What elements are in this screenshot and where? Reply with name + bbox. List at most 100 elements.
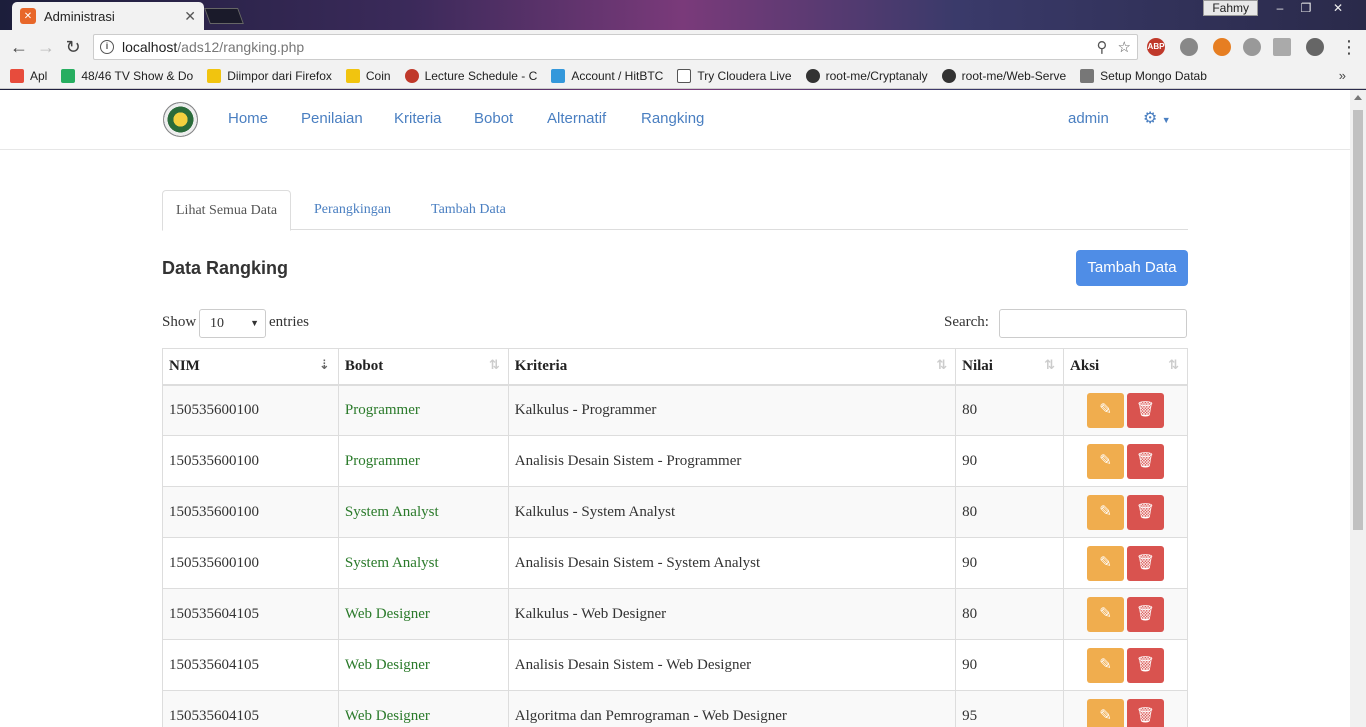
cell-aksi: ✎ 🗑: [1063, 588, 1188, 640]
edit-button[interactable]: ✎: [1087, 494, 1125, 530]
delete-button[interactable]: 🗑: [1127, 545, 1165, 581]
zoom-icon[interactable]: ⚲: [1097, 38, 1108, 56]
forward-icon[interactable]: →: [35, 36, 57, 58]
cell-bobot: Programmer: [337, 435, 509, 487]
close-tab-icon[interactable]: ✕: [184, 8, 196, 25]
add-data-button[interactable]: Tambah Data: [1076, 250, 1188, 286]
column-header-bobot[interactable]: Bobot ⇅: [337, 348, 509, 386]
edit-button[interactable]: ✎: [1087, 596, 1125, 632]
bookmarks-overflow-button[interactable]: »: [1339, 68, 1346, 83]
cell-nim: 150535604105: [162, 690, 339, 727]
site-icon: [551, 68, 566, 83]
trash-icon: 🗑: [1135, 401, 1156, 418]
nav-bobot[interactable]: Bobot: [474, 110, 513, 127]
extension-icon[interactable]: [1243, 38, 1261, 56]
delete-button[interactable]: 🗑: [1127, 443, 1165, 479]
extension-icon[interactable]: [1213, 38, 1231, 56]
cell-bobot: System Analyst: [337, 486, 509, 538]
trash-icon: 🗑: [1135, 656, 1156, 673]
cell-nilai: 95: [955, 690, 1065, 727]
cell-kriteria: Analisis Desain Sistem - Programmer: [507, 435, 957, 487]
column-header-nim[interactable]: NIM ⇣: [162, 348, 339, 386]
pencil-icon: ✎: [1099, 656, 1112, 673]
bookmark-item[interactable]: Setup Mongo Datab: [1080, 68, 1207, 83]
tab-tambah-data[interactable]: Tambah Data: [418, 190, 519, 230]
cell-bobot: Web Designer: [337, 588, 509, 640]
page-scrollbar[interactable]: [1350, 90, 1366, 727]
close-window-icon[interactable]: ✕: [1324, 0, 1352, 16]
nav-penilaian[interactable]: Penilaian: [301, 110, 363, 127]
column-header-kriteria[interactable]: Kriteria ⇅: [507, 348, 957, 386]
sort-icon: ⇅: [936, 358, 948, 373]
bookmark-item[interactable]: Coin: [345, 68, 391, 83]
delete-button[interactable]: 🗑: [1127, 494, 1165, 530]
profile-name[interactable]: Fahmy: [1203, 0, 1258, 16]
scrollbar-thumb[interactable]: [1353, 110, 1363, 530]
university-logo[interactable]: [163, 102, 198, 137]
bookmarks-bar: Apl 48/46 TV Show & Do Diimpor dari Fire…: [0, 63, 1366, 89]
edit-button[interactable]: ✎: [1087, 443, 1125, 479]
bookmark-item[interactable]: 48/46 TV Show & Do: [61, 68, 193, 83]
scroll-up-icon[interactable]: [1354, 95, 1362, 100]
entries-select-value: 10: [210, 316, 224, 331]
trash-icon: 🗑: [1135, 554, 1156, 571]
edit-button[interactable]: ✎: [1087, 698, 1125, 727]
adblock-icon[interactable]: ABP: [1147, 38, 1165, 56]
column-header-nilai[interactable]: Nilai ⇅: [955, 348, 1065, 386]
bookmark-item[interactable]: root-me/Web-Serve: [941, 68, 1066, 83]
edit-button[interactable]: ✎: [1087, 545, 1125, 581]
settings-gear-icon[interactable]: ⚙ ▼: [1143, 108, 1171, 128]
xampp-icon: ✕: [20, 8, 36, 24]
reload-icon[interactable]: ↻: [62, 36, 84, 58]
minimize-icon[interactable]: –: [1266, 0, 1294, 16]
cell-nilai: 90: [955, 537, 1065, 589]
bookmark-item[interactable]: root-me/Cryptanaly: [805, 68, 928, 83]
site-icon: [404, 68, 419, 83]
nav-rangking[interactable]: Rangking: [641, 110, 704, 127]
browser-tab-title: Administrasi: [44, 8, 115, 24]
address-bar[interactable]: i localhost/ads12/rangking.php ⚲ ☆: [93, 34, 1138, 60]
show-label: Show: [162, 314, 197, 330]
nav-home[interactable]: Home: [228, 110, 268, 127]
menu-icon[interactable]: ⋮: [1338, 36, 1360, 58]
cell-bobot: Programmer: [337, 384, 509, 436]
back-icon[interactable]: ←: [8, 36, 30, 58]
search-input[interactable]: [999, 309, 1187, 338]
bookmark-item[interactable]: Lecture Schedule - C: [404, 68, 537, 83]
bookmark-item[interactable]: Account / HitBTC: [551, 68, 663, 83]
cell-kriteria: Algoritma dan Pemrograman - Web Designer: [507, 690, 957, 727]
tab-lihat-semua-data[interactable]: Lihat Semua Data: [162, 190, 292, 231]
trash-icon: 🗑: [1135, 503, 1156, 520]
edit-button[interactable]: ✎: [1087, 392, 1125, 428]
extension-icon[interactable]: [1180, 38, 1198, 56]
apps-icon: [10, 68, 24, 83]
bookmark-item[interactable]: Apl: [10, 68, 47, 83]
bookmark-item[interactable]: Diimpor dari Firefox: [207, 68, 332, 83]
nav-alternatif[interactable]: Alternatif: [547, 110, 606, 127]
browser-tab[interactable]: ✕ Administrasi ✕: [12, 2, 204, 30]
delete-button[interactable]: 🗑: [1127, 647, 1165, 683]
pencil-icon: ✎: [1099, 401, 1112, 418]
cell-nilai: 80: [955, 486, 1065, 538]
extension-icon[interactable]: [1273, 38, 1291, 56]
info-icon[interactable]: i: [100, 40, 114, 54]
page-icon: [677, 68, 692, 83]
github-icon: [941, 68, 956, 83]
dropdown-caret-icon: ▼: [250, 318, 259, 328]
delete-button[interactable]: 🗑: [1127, 392, 1165, 428]
new-tab-button[interactable]: [204, 8, 244, 24]
site-icon: [1080, 68, 1095, 83]
nav-user[interactable]: admin: [1068, 110, 1109, 127]
delete-button[interactable]: 🗑: [1127, 596, 1165, 632]
bookmark-star-icon[interactable]: ☆: [1118, 38, 1131, 56]
bookmark-item[interactable]: Try Cloudera Live: [677, 68, 792, 83]
extension-icon[interactable]: [1306, 38, 1324, 56]
entries-select[interactable]: 10 ▼: [199, 309, 266, 338]
column-header-aksi[interactable]: Aksi ⇅: [1063, 348, 1188, 386]
tab-perangkingan[interactable]: Perangkingan: [301, 190, 404, 230]
table-row: 150535604105 Web Designer Analisis Desain …: [162, 639, 1188, 691]
delete-button[interactable]: 🗑: [1127, 698, 1165, 727]
edit-button[interactable]: ✎: [1087, 647, 1125, 683]
nav-kriteria[interactable]: Kriteria: [394, 110, 442, 127]
maximize-icon[interactable]: ❐: [1292, 0, 1320, 16]
